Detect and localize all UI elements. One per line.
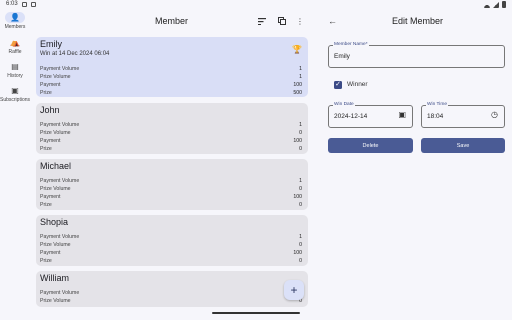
stat-row: Payment Volume1 <box>40 122 302 128</box>
navigation-rail: 👤 Members ⛺ Raffle ▤ History ▣ Subscript… <box>0 10 30 320</box>
win-time-label: Win Time <box>426 102 448 107</box>
copy-icon <box>278 17 286 25</box>
history-icon: ▤ <box>11 61 19 71</box>
win-time-value: 18:04 <box>427 113 444 120</box>
delete-button[interactable]: Delete <box>328 138 413 153</box>
member-name: William <box>40 273 69 283</box>
plus-icon: + <box>290 283 298 297</box>
stat-row: Payment 100 <box>40 250 302 256</box>
rail-item-raffle[interactable]: ⛺ Raffle <box>0 37 30 55</box>
win-date-value: 2024-12-14 <box>334 113 368 120</box>
stat-row: Payment Volume1 <box>40 178 302 184</box>
rail-item-label: Subscriptions <box>0 97 31 103</box>
rail-item-history[interactable]: ▤ History <box>0 61 30 79</box>
person-icon: 👤 <box>5 12 25 23</box>
member-name-value: Emily <box>334 53 350 60</box>
add-member-button[interactable]: + <box>284 280 304 300</box>
raffle-icon: ⛺ <box>10 37 20 47</box>
rail-item-label: Raffle <box>8 49 22 55</box>
win-time-field[interactable]: Win Time 18:04 ◷ <box>421 102 505 128</box>
stat-row: Payment Volume1 <box>40 234 302 240</box>
more-vert-icon: ⋮ <box>296 16 304 26</box>
win-date-label: Win Date <box>333 102 355 107</box>
member-name: Michael <box>40 161 72 171</box>
status-bar: 6:03 <box>0 0 512 10</box>
stat-row: Prize Volume 1 <box>40 74 302 80</box>
notification-icon <box>21 1 27 7</box>
detail-title: Edit Member <box>392 16 444 26</box>
stat-row: Payment Volume1 <box>40 290 302 296</box>
wifi-icon <box>484 1 490 8</box>
signal-icon <box>493 1 499 8</box>
stat-row: Payment 100 <box>40 82 302 88</box>
stat-row: Prize Volume 0 <box>40 242 302 248</box>
page-title: Member <box>155 16 189 26</box>
gesture-bar <box>212 312 300 314</box>
stat-row: Payment 100 <box>40 138 302 144</box>
member-card-john[interactable]: John Payment Volume 1 Prize Volume 0 Payme… <box>36 103 308 154</box>
clock-icon[interactable]: ◷ <box>491 110 498 119</box>
sort-button[interactable] <box>256 15 268 27</box>
sort-icon <box>258 17 266 25</box>
member-card-emily[interactable]: Emily Win at 14 Dec 2024 06:04 🏆 Payment… <box>36 37 308 97</box>
stat-row: Prize 0 <box>40 258 302 264</box>
check-icon: ✓ <box>335 81 341 88</box>
rail-item-label: History <box>7 73 23 79</box>
back-button[interactable]: ← <box>328 16 337 26</box>
win-date-field[interactable]: Win Date 2024-12-14 ▣ <box>328 102 413 128</box>
member-name-field[interactable]: Member Name* Emily <box>328 42 505 68</box>
stat-row: Payment Volume1 <box>40 66 302 72</box>
member-name: Shopia <box>40 217 69 227</box>
stat-row: Payment 100 <box>40 194 302 200</box>
stat-row: Prize Volume 0 <box>40 298 302 304</box>
win-date-text: Win at 14 Dec 2024 06:04 <box>40 51 110 57</box>
rail-item-label: Members <box>4 24 26 30</box>
rail-item-subscriptions[interactable]: ▣ Subscriptions <box>0 85 30 103</box>
member-name: Emily <box>40 39 62 49</box>
member-name-label: Member Name* <box>333 42 369 47</box>
stat-row: Prize 0 <box>40 202 302 208</box>
battery-icon <box>502 1 506 8</box>
winner-label: Winner <box>347 81 368 88</box>
save-button[interactable]: Save <box>421 138 505 153</box>
stat-row: Prize Volume 0 <box>40 186 302 192</box>
member-card-michael[interactable]: Michael Payment Volume 1 Prize Volume 0 Pa… <box>36 159 308 210</box>
member-card-william[interactable]: William Payment Volume1 Prize Volume0 <box>36 271 308 307</box>
stat-row: Prize Volume 0 <box>40 130 302 136</box>
stat-row: Prize 0 <box>40 146 302 152</box>
member-name: John <box>40 105 60 115</box>
trophy-icon: 🏆 <box>292 45 302 54</box>
stat-row: Prize 500 <box>40 90 302 96</box>
winner-checkbox[interactable]: ✓ <box>334 81 342 89</box>
subscriptions-icon: ▣ <box>11 85 19 95</box>
status-time: 6:03 <box>6 1 18 7</box>
rail-item-members[interactable]: 👤 Members <box>0 12 30 30</box>
arrow-back-icon: ← <box>328 16 337 26</box>
calendar-icon[interactable]: ▣ <box>398 110 406 119</box>
copy-button[interactable] <box>276 15 288 27</box>
more-options-button[interactable]: ⋮ <box>294 15 306 27</box>
app-notification-icon <box>30 1 36 7</box>
member-card-shopia[interactable]: Shopia Payment Volume 1 Prize Volume 0 Pay… <box>36 215 308 266</box>
